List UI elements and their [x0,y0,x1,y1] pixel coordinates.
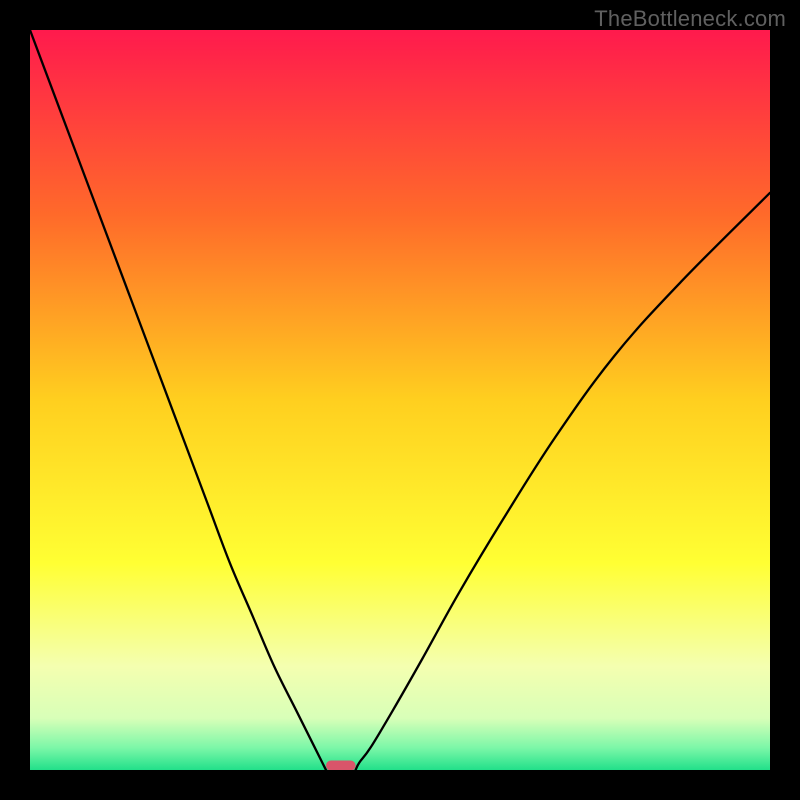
chart-svg [30,30,770,770]
watermark-text: TheBottleneck.com [594,6,786,32]
minimum-marker [326,761,356,770]
chart-frame: TheBottleneck.com [0,0,800,800]
gradient-background [30,30,770,770]
chart-plot-area [30,30,770,770]
